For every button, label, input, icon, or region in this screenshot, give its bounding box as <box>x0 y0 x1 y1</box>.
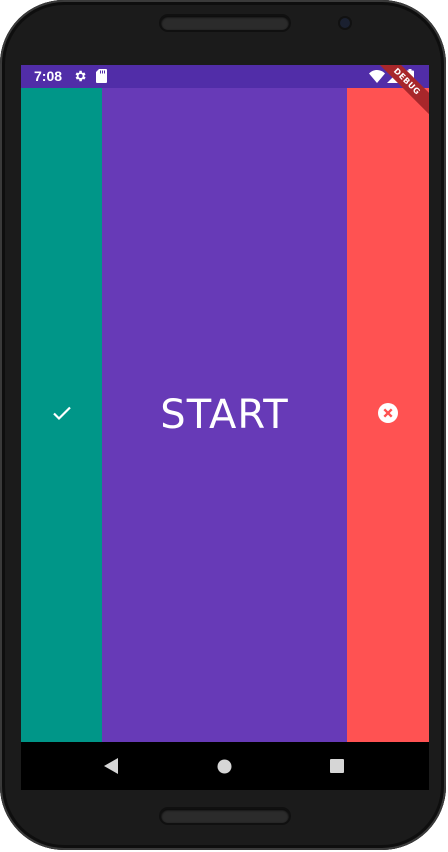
screen: 7:08 START DEBUG <box>21 65 429 790</box>
check-icon <box>52 405 72 426</box>
home-icon[interactable] <box>212 754 236 778</box>
top-speaker <box>161 16 289 30</box>
swipe-card[interactable]: START <box>21 88 429 742</box>
start-label: START <box>160 392 289 438</box>
reject-panel[interactable] <box>347 88 429 742</box>
accept-panel[interactable] <box>21 88 102 742</box>
start-card[interactable]: START <box>102 88 347 742</box>
back-icon[interactable] <box>99 754 123 778</box>
cancel-circle-icon <box>378 402 398 428</box>
status-time: 7:08 <box>34 68 63 84</box>
navigation-bar <box>21 742 429 790</box>
settings-icon <box>73 69 87 88</box>
phone-frame: 7:08 START DEBUG <box>0 0 446 850</box>
recents-icon[interactable] <box>325 754 349 778</box>
status-bar: 7:08 <box>21 65 429 88</box>
bottom-speaker <box>161 809 289 823</box>
front-camera <box>340 18 350 28</box>
sd-card-icon <box>96 69 107 88</box>
wifi-icon <box>369 70 385 88</box>
